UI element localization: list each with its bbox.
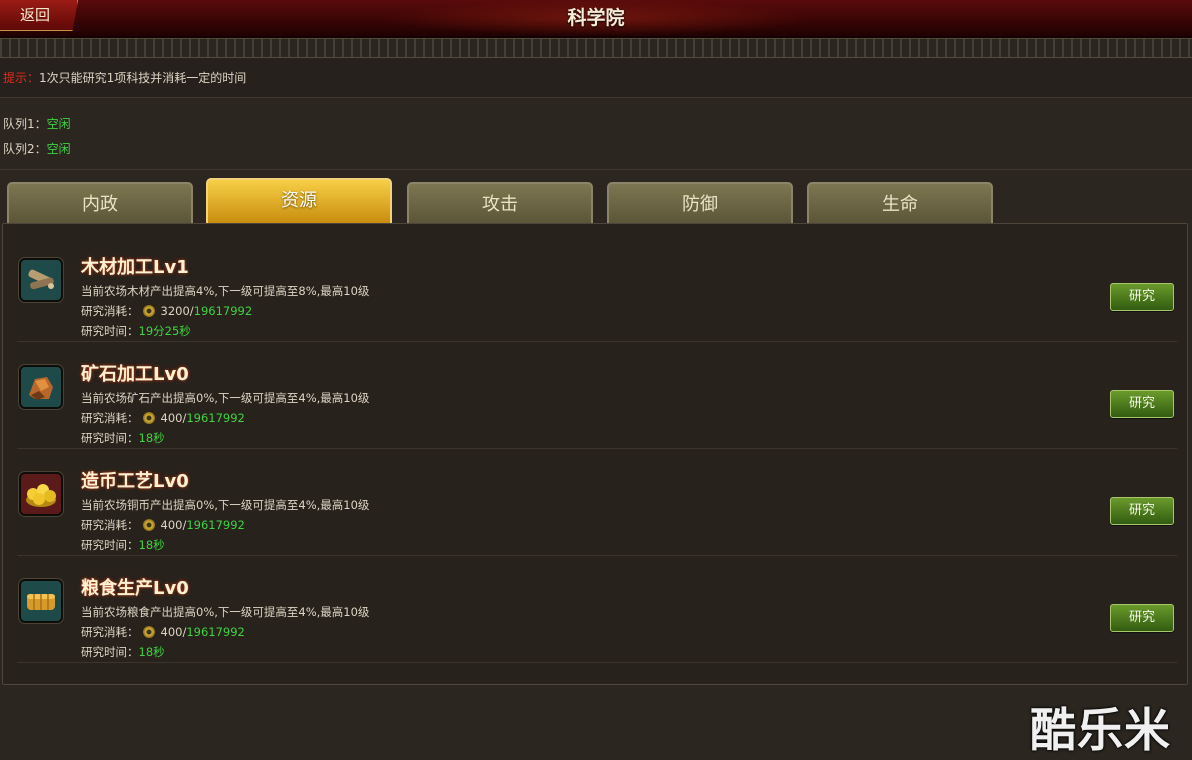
tab-internal-affairs[interactable]: 内政 [7,182,193,224]
tech-cost: 研究消耗： 3200/19617992 [81,303,252,319]
cost-label: 研究消耗： [81,625,139,639]
tab-attack[interactable]: 攻击 [407,182,593,224]
cost-required: 400 [160,625,183,639]
tip-label: 提示： [3,71,40,85]
time-value: 19分25秒 [138,324,191,338]
tech-item-grain: 粮食生产Lv0 当前农场粮食产出提高0%,下一级可提高至4%,最高10级 研究消… [17,555,1177,663]
title-bar: 返回 科学院 [0,0,1192,38]
copper-coin-icon [142,412,155,424]
tech-time: 研究时间：18秒 [81,644,165,660]
tech-description: 当前农场铜币产出提高0%,下一级可提高至4%,最高10级 [81,498,370,512]
cost-required: 400 [160,518,183,532]
wood-icon [19,258,63,302]
tech-title: 粮食生产Lv0 [81,578,189,599]
coins-icon [19,472,63,516]
tech-list-panel: 木材加工Lv1 当前农场木材产出提高4%,下一级可提高至8%,最高10级 研究消… [2,223,1188,685]
queue-panel: 队列1：空闲 队列2：空闲 [0,99,1192,170]
cost-required: 400 [160,411,183,425]
time-label: 研究时间： [81,645,139,659]
cost-owned: 19617992 [186,518,245,532]
research-button[interactable]: 研究 [1110,497,1174,525]
tech-title: 木材加工Lv1 [81,257,189,278]
research-button[interactable]: 研究 [1110,604,1174,632]
ore-icon [19,365,63,409]
tech-cost: 研究消耗： 400/19617992 [81,517,245,533]
tech-title: 矿石加工Lv0 [81,364,189,385]
tech-time: 研究时间：18秒 [81,537,165,553]
tech-item-wood: 木材加工Lv1 当前农场木材产出提高4%,下一级可提高至8%,最高10级 研究消… [17,234,1177,342]
tab-life[interactable]: 生命 [807,182,993,224]
tip-text: 1次只能研究1项科技并消耗一定的时间 [39,71,247,85]
time-value: 18秒 [138,538,165,552]
page-title: 科学院 [567,7,625,29]
decorative-border [0,38,1192,58]
time-label: 研究时间： [81,324,139,338]
watermark-logo: 酷乐米 [1030,703,1171,757]
tech-time: 研究时间：18秒 [81,430,165,446]
tech-time: 研究时间：19分25秒 [81,323,191,339]
queue-label: 队列2： [3,142,47,156]
tip-bar: 提示：1次只能研究1项科技并消耗一定的时间 [0,58,1192,98]
time-value: 18秒 [138,431,165,445]
cost-owned: 19617992 [186,625,245,639]
tech-title: 造币工艺Lv0 [81,471,189,492]
time-label: 研究时间： [81,431,139,445]
cost-label: 研究消耗： [81,304,139,318]
tech-item-ore: 矿石加工Lv0 当前农场矿石产出提高0%,下一级可提高至4%,最高10级 研究消… [17,341,1177,449]
tech-cost: 研究消耗： 400/19617992 [81,624,245,640]
tech-description: 当前农场木材产出提高4%,下一级可提高至8%,最高10级 [81,284,370,298]
cost-required: 3200 [160,304,190,318]
queue-2: 队列2：空闲 [3,140,71,157]
cost-label: 研究消耗： [81,518,139,532]
research-button[interactable]: 研究 [1110,283,1174,311]
time-label: 研究时间： [81,538,139,552]
queue-1: 队列1：空闲 [3,115,71,132]
tech-cost: 研究消耗： 400/19617992 [81,410,245,426]
tech-item-coins: 造币工艺Lv0 当前农场铜币产出提高0%,下一级可提高至4%,最高10级 研究消… [17,448,1177,556]
cost-owned: 19617992 [186,411,245,425]
queue-status: 空闲 [46,117,71,131]
time-value: 18秒 [138,645,165,659]
copper-coin-icon [142,626,155,638]
tech-description: 当前农场矿石产出提高0%,下一级可提高至4%,最高10级 [81,391,370,405]
tab-resources[interactable]: 资源 [206,178,392,224]
cost-label: 研究消耗： [81,411,139,425]
copper-coin-icon [142,305,155,317]
grain-icon [19,579,63,623]
cost-owned: 19617992 [193,304,253,318]
queue-label: 队列1： [3,117,47,131]
tech-description: 当前农场粮食产出提高0%,下一级可提高至4%,最高10级 [81,605,370,619]
copper-coin-icon [142,519,155,531]
queue-status: 空闲 [46,142,71,156]
tab-defense[interactable]: 防御 [607,182,793,224]
research-button[interactable]: 研究 [1110,390,1174,418]
